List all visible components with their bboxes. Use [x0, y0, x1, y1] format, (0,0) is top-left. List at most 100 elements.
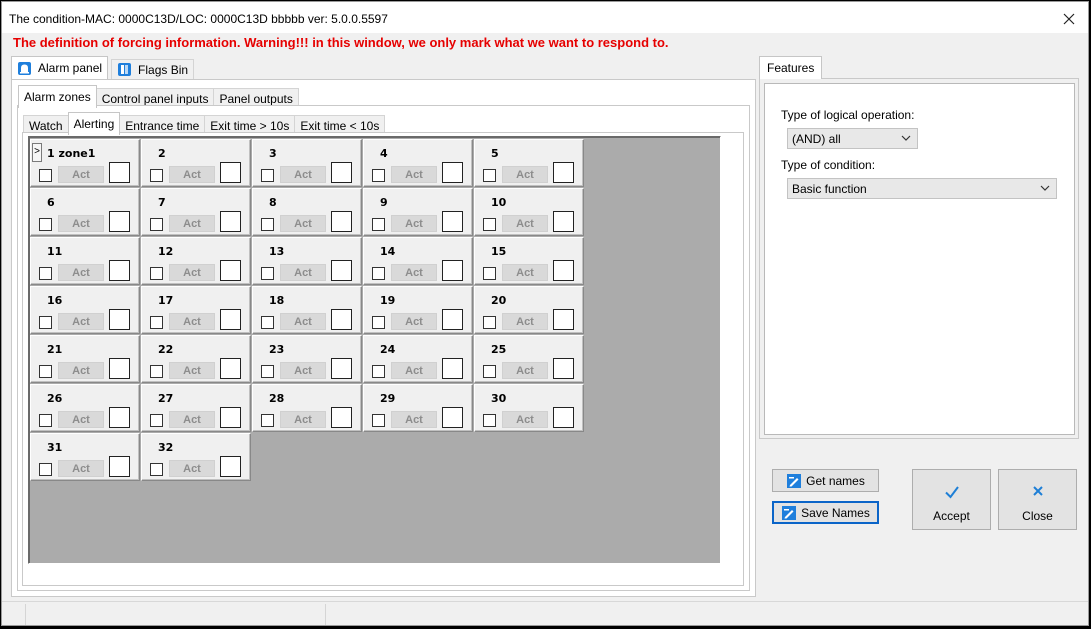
zone-act-button[interactable]: Act [280, 362, 326, 379]
tab-alarm-zones[interactable]: Alarm zones [18, 85, 97, 108]
zone-checkbox[interactable] [39, 365, 52, 378]
zone-checkbox[interactable] [483, 169, 496, 182]
zone-act-button[interactable]: Act [502, 264, 548, 281]
zone-state-box[interactable] [331, 407, 352, 428]
zone-checkbox[interactable] [483, 218, 496, 231]
zone-act-button[interactable]: Act [502, 166, 548, 183]
zone-state-box[interactable] [331, 358, 352, 379]
zone-checkbox[interactable] [261, 316, 274, 329]
zone-state-box[interactable] [109, 456, 130, 477]
accept-button[interactable]: Accept [912, 469, 991, 530]
zone-state-box[interactable] [109, 211, 130, 232]
zone-act-button[interactable]: Act [502, 411, 548, 428]
zone-act-button[interactable]: Act [58, 411, 104, 428]
zone-act-button[interactable]: Act [169, 166, 215, 183]
zone-checkbox[interactable] [150, 365, 163, 378]
tab-alarm-panel[interactable]: Alarm panel [11, 56, 109, 79]
zone-checkbox[interactable] [39, 414, 52, 427]
zone-checkbox[interactable] [150, 414, 163, 427]
save-names-button[interactable]: Save Names [772, 501, 879, 524]
zone-checkbox[interactable] [261, 365, 274, 378]
zone-checkbox[interactable] [39, 316, 52, 329]
zone-act-button[interactable]: Act [391, 411, 437, 428]
zone-state-box[interactable] [220, 260, 241, 281]
tab-flags-bin[interactable]: Flags Bin [111, 59, 195, 79]
zone-checkbox[interactable] [261, 218, 274, 231]
zone-state-box[interactable] [220, 309, 241, 330]
close-button[interactable]: Close [998, 469, 1077, 530]
zone-state-box[interactable] [442, 162, 463, 183]
zone-act-button[interactable]: Act [58, 362, 104, 379]
zone-act-button[interactable]: Act [280, 215, 326, 232]
zone-state-box[interactable] [442, 358, 463, 379]
zone-act-button[interactable]: Act [169, 215, 215, 232]
zone-act-button[interactable]: Act [502, 313, 548, 330]
zone-state-box[interactable] [331, 162, 352, 183]
zone-act-button[interactable]: Act [391, 264, 437, 281]
zone-checkbox[interactable] [372, 365, 385, 378]
zone-checkbox[interactable] [150, 463, 163, 476]
zone-state-box[interactable] [442, 407, 463, 428]
zone-act-button[interactable]: Act [280, 411, 326, 428]
zone-checkbox[interactable] [39, 169, 52, 182]
zone-state-box[interactable] [109, 358, 130, 379]
zone-checkbox[interactable] [372, 218, 385, 231]
zone-state-box[interactable] [331, 309, 352, 330]
zone-state-box[interactable] [109, 162, 130, 183]
zone-checkbox[interactable] [372, 316, 385, 329]
zone-act-button[interactable]: Act [169, 411, 215, 428]
zone-state-box[interactable] [109, 407, 130, 428]
zone-act-button[interactable]: Act [58, 460, 104, 477]
zone-checkbox[interactable] [483, 316, 496, 329]
zone-state-box[interactable] [220, 211, 241, 232]
zone-act-button[interactable]: Act [169, 313, 215, 330]
zone-state-box[interactable] [442, 309, 463, 330]
zone-act-button[interactable]: Act [169, 264, 215, 281]
zone-checkbox[interactable] [261, 169, 274, 182]
zones-grid[interactable]: >1 zone1 Act 2 Act 3 Act 4 Act 5 Act 6 Act 7 Act 8 Act 9… [28, 136, 721, 564]
get-names-button[interactable]: Get names [772, 469, 879, 492]
zone-checkbox[interactable] [483, 414, 496, 427]
zone-checkbox[interactable] [39, 463, 52, 476]
zone-act-button[interactable]: Act [280, 264, 326, 281]
zone-act-button[interactable]: Act [391, 166, 437, 183]
zone-checkbox[interactable] [150, 169, 163, 182]
zone-checkbox[interactable] [39, 267, 52, 280]
zone-checkbox[interactable] [372, 414, 385, 427]
zone-act-button[interactable]: Act [169, 460, 215, 477]
zone-checkbox[interactable] [372, 267, 385, 280]
zone-state-box[interactable] [442, 260, 463, 281]
zone-state-box[interactable] [220, 162, 241, 183]
zone-checkbox[interactable] [150, 267, 163, 280]
condition-type-select[interactable]: Basic function [787, 178, 1057, 199]
zone-act-button[interactable]: Act [280, 166, 326, 183]
zone-state-box[interactable] [220, 456, 241, 477]
zone-checkbox[interactable] [261, 414, 274, 427]
zone-act-button[interactable]: Act [280, 313, 326, 330]
zone-act-button[interactable]: Act [58, 215, 104, 232]
zone-act-button[interactable]: Act [58, 166, 104, 183]
zone-state-box[interactable] [553, 211, 574, 232]
tab-features[interactable]: Features [759, 56, 823, 79]
window-close-button[interactable] [1054, 7, 1084, 31]
tab-alerting[interactable]: Alerting [67, 112, 121, 135]
zone-act-button[interactable]: Act [58, 264, 104, 281]
zone-state-box[interactable] [553, 309, 574, 330]
zone-act-button[interactable]: Act [391, 362, 437, 379]
zone-checkbox[interactable] [483, 365, 496, 378]
zone-state-box[interactable] [331, 260, 352, 281]
zone-checkbox[interactable] [483, 267, 496, 280]
zone-checkbox[interactable] [372, 169, 385, 182]
zone-act-button[interactable]: Act [391, 313, 437, 330]
zone-state-box[interactable] [553, 358, 574, 379]
zone-checkbox[interactable] [150, 218, 163, 231]
zone-state-box[interactable] [220, 358, 241, 379]
zone-checkbox[interactable] [261, 267, 274, 280]
zone-state-box[interactable] [553, 162, 574, 183]
zone-state-box[interactable] [553, 407, 574, 428]
zone-checkbox[interactable] [150, 316, 163, 329]
zone-state-box[interactable] [442, 211, 463, 232]
zone-state-box[interactable] [109, 260, 130, 281]
zone-checkbox[interactable] [39, 218, 52, 231]
zone-act-button[interactable]: Act [169, 362, 215, 379]
